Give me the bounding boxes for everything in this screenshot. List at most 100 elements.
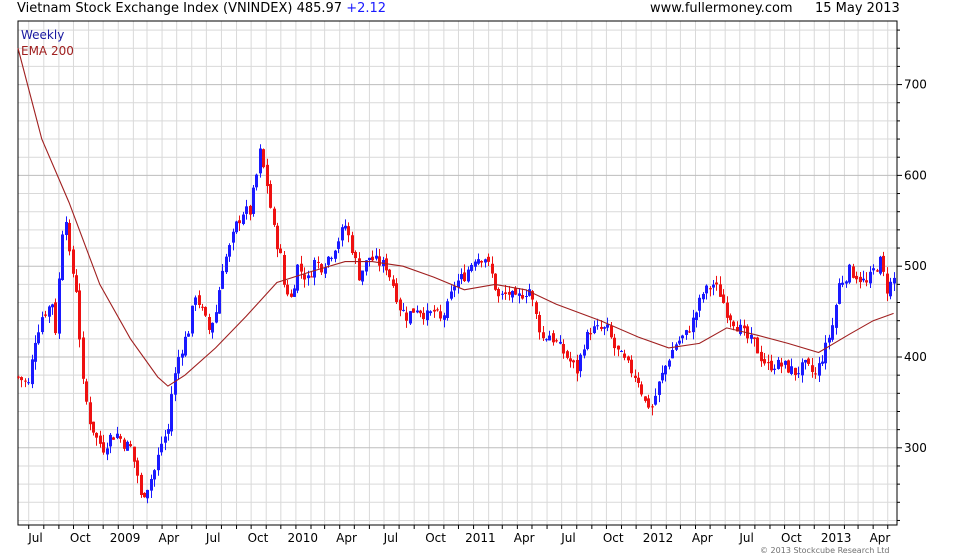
- candle-body: [129, 444, 132, 447]
- candle-body: [341, 227, 344, 241]
- candle-body: [27, 382, 30, 384]
- candle-body: [133, 446, 136, 462]
- candle-body: [552, 333, 555, 343]
- candle-body: [181, 353, 184, 358]
- candle-body: [184, 336, 187, 356]
- candle-body: [109, 434, 112, 447]
- candle-body: [504, 292, 507, 294]
- candle-body: [99, 435, 102, 444]
- candle-body: [852, 266, 855, 278]
- candle-body: [654, 395, 657, 405]
- candle-body: [405, 312, 408, 321]
- candle-body: [882, 255, 885, 272]
- copyright-notice: © 2013 Stockcube Research Ltd: [760, 546, 890, 555]
- candle-body: [790, 366, 793, 374]
- candle-body: [242, 214, 245, 224]
- candle-body: [487, 256, 490, 262]
- candle-body: [119, 436, 122, 439]
- x-tick-label: Oct: [248, 531, 269, 545]
- candle-body: [579, 354, 582, 372]
- candle-body: [756, 337, 759, 354]
- candle-body: [157, 454, 160, 471]
- candle-body: [715, 282, 718, 285]
- candle-body: [876, 270, 879, 272]
- candle-body: [201, 306, 204, 308]
- candle-body: [17, 376, 20, 378]
- candle-body: [787, 360, 790, 373]
- candle-body: [535, 302, 538, 314]
- candle-body: [361, 270, 364, 282]
- x-tick-label: Jul: [560, 531, 575, 545]
- candle-body: [143, 492, 146, 498]
- candle-body: [623, 353, 626, 358]
- candle-body: [712, 284, 715, 288]
- candle-body: [368, 257, 371, 261]
- x-tick-label: 2010: [287, 531, 318, 545]
- candle-body: [586, 331, 589, 350]
- candle-body: [215, 312, 218, 323]
- candle-body: [72, 249, 75, 274]
- candle-body: [409, 311, 412, 324]
- candle-body: [337, 241, 340, 249]
- candle-body: [658, 381, 661, 395]
- candle-body: [743, 325, 746, 329]
- candle-body: [313, 259, 316, 278]
- candle-body: [841, 282, 844, 285]
- candle-body: [760, 351, 763, 362]
- candle-body: [719, 284, 722, 297]
- candle-body: [378, 256, 381, 266]
- candle-body: [31, 359, 34, 385]
- candle-body: [497, 288, 500, 297]
- candle-body: [862, 278, 865, 281]
- legend-ema-200: EMA 200: [21, 44, 74, 58]
- candle-body: [610, 325, 613, 338]
- candle-body: [538, 315, 541, 333]
- candle-body: [412, 308, 415, 313]
- candle-body: [106, 448, 109, 455]
- candle-body: [525, 296, 528, 298]
- candle-body: [566, 351, 569, 358]
- candle-body: [92, 421, 95, 433]
- x-tick-label: Jul: [738, 531, 753, 545]
- candle-body: [620, 350, 623, 352]
- x-tick-label: Jul: [205, 531, 220, 545]
- candle-body: [123, 439, 126, 449]
- candle-body: [484, 259, 487, 263]
- candle-body: [811, 365, 814, 372]
- candle-body: [637, 377, 640, 383]
- candle-body: [647, 398, 650, 408]
- candle-body: [68, 222, 71, 252]
- candle-body: [426, 310, 429, 321]
- candle-body: [330, 257, 333, 259]
- candle-body: [889, 281, 892, 297]
- candle-body: [204, 307, 207, 316]
- candle-body: [429, 311, 432, 314]
- candle-body: [116, 433, 119, 438]
- y-tick-label: 400: [904, 350, 927, 364]
- candle-body: [249, 205, 252, 215]
- y-tick-label: 700: [904, 78, 927, 92]
- candle-body: [606, 324, 609, 328]
- candle-body: [269, 184, 272, 208]
- candle-body: [559, 341, 562, 344]
- candle-body: [85, 381, 88, 402]
- candle-body: [640, 384, 643, 395]
- x-tick-label: Oct: [425, 531, 446, 545]
- candle-body: [555, 340, 558, 342]
- ema-200-line: [17, 48, 894, 387]
- candle-body: [419, 310, 422, 314]
- candle-body: [521, 294, 524, 299]
- candle-body: [61, 234, 64, 281]
- candle-body: [375, 255, 378, 259]
- candle-body: [644, 396, 647, 401]
- candle-body: [828, 337, 831, 343]
- candle-body: [58, 278, 61, 334]
- candle-body: [221, 270, 224, 289]
- candle-body: [300, 263, 303, 272]
- candle-body: [276, 225, 279, 250]
- candle-body: [65, 221, 68, 235]
- candle-body: [164, 436, 167, 443]
- candle-body: [174, 373, 177, 395]
- candle-body: [831, 325, 834, 340]
- candle-body: [354, 251, 357, 259]
